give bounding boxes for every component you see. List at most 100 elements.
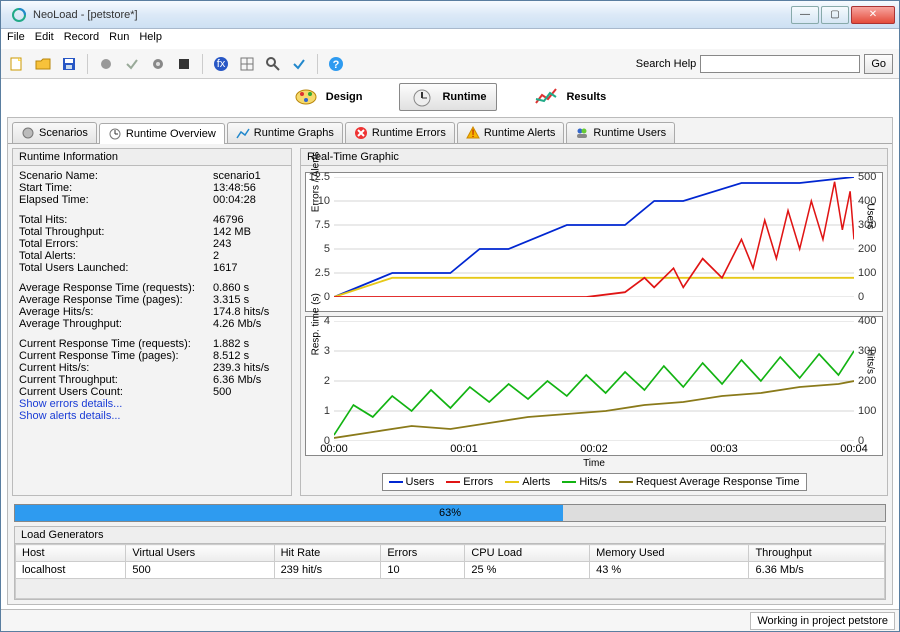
mode-design[interactable]: Design bbox=[283, 83, 374, 111]
menu-record[interactable]: Record bbox=[64, 31, 99, 47]
col-host[interactable]: Host bbox=[16, 545, 126, 562]
mode-bar: Design Runtime Results bbox=[1, 79, 899, 115]
search-label: Search Help bbox=[636, 58, 697, 70]
col-mem[interactable]: Memory Used bbox=[590, 545, 749, 562]
total-alerts-label: Total Alerts: bbox=[19, 250, 213, 262]
load-generators-title: Load Generators bbox=[15, 527, 885, 544]
tab-runtime-overview[interactable]: Runtime Overview bbox=[99, 123, 225, 144]
mode-runtime-label: Runtime bbox=[442, 91, 486, 103]
grid-icon[interactable] bbox=[237, 54, 257, 74]
total-errors-label: Total Errors: bbox=[19, 238, 213, 250]
status-project: Working in project petstore bbox=[750, 612, 895, 630]
cur-rt-page-label: Current Response Time (pages): bbox=[19, 350, 213, 362]
statusbar: Working in project petstore bbox=[1, 609, 899, 631]
avg-hits-label: Average Hits/s: bbox=[19, 306, 213, 318]
app-icon bbox=[11, 7, 27, 23]
scenario-name-value: scenario1 bbox=[213, 170, 285, 182]
cell-hitrate: 239 hit/s bbox=[274, 562, 381, 579]
legend-users: Users bbox=[406, 476, 435, 488]
menu-edit[interactable]: Edit bbox=[35, 31, 54, 47]
help-icon[interactable]: ? bbox=[326, 54, 346, 74]
avg-hits-value: 174.8 hits/s bbox=[213, 306, 285, 318]
cell-mem: 43 % bbox=[590, 562, 749, 579]
maximize-button[interactable]: ▢ bbox=[821, 6, 849, 24]
cell-cpu: 25 % bbox=[465, 562, 590, 579]
menu-help[interactable]: Help bbox=[139, 31, 162, 47]
chart-resp-hits: Resp. time (s) Hits/s 012340100200300400… bbox=[305, 316, 883, 456]
go-button[interactable]: Go bbox=[864, 54, 893, 74]
gear-icon[interactable] bbox=[148, 54, 168, 74]
col-vusers[interactable]: Virtual Users bbox=[126, 545, 274, 562]
total-errors-value: 243 bbox=[213, 238, 285, 250]
cur-throughput-label: Current Throughput: bbox=[19, 374, 213, 386]
avg-rt-req-value: 0.860 s bbox=[213, 282, 285, 294]
scenario-name-label: Scenario Name: bbox=[19, 170, 213, 182]
show-alerts-link[interactable]: Show alerts details... bbox=[19, 410, 285, 422]
cur-users-label: Current Users Count: bbox=[19, 386, 213, 398]
start-time-label: Start Time: bbox=[19, 182, 213, 194]
mode-runtime[interactable]: Runtime bbox=[399, 83, 497, 111]
close-button[interactable]: ✕ bbox=[851, 6, 895, 24]
cell-errors: 10 bbox=[381, 562, 465, 579]
mode-results[interactable]: Results bbox=[523, 83, 617, 111]
tab-runtime-alerts[interactable]: !Runtime Alerts bbox=[457, 122, 565, 143]
graphic-title: Real-Time Graphic bbox=[301, 149, 887, 166]
total-users-value: 1617 bbox=[213, 262, 285, 274]
minimize-button[interactable]: — bbox=[791, 6, 819, 24]
menubar: File Edit Record Run Help bbox=[1, 29, 899, 49]
mode-results-label: Results bbox=[566, 91, 606, 103]
avg-rt-req-label: Average Response Time (requests): bbox=[19, 282, 213, 294]
search-tool-icon[interactable] bbox=[263, 54, 283, 74]
cur-hits-label: Current Hits/s: bbox=[19, 362, 213, 374]
tab-scenarios[interactable]: Scenarios bbox=[12, 122, 97, 143]
search-input[interactable] bbox=[700, 55, 860, 73]
stop-icon[interactable] bbox=[174, 54, 194, 74]
menu-file[interactable]: File bbox=[7, 31, 25, 47]
progress-bar: 63% bbox=[14, 504, 886, 522]
cur-rt-page-value: 8.512 s bbox=[213, 350, 285, 362]
legend-rart: Request Average Response Time bbox=[636, 476, 800, 488]
menu-run[interactable]: Run bbox=[109, 31, 129, 47]
mode-design-label: Design bbox=[326, 91, 363, 103]
runtime-info-title: Runtime Information bbox=[13, 149, 291, 166]
x-axis-label: Time bbox=[305, 458, 883, 469]
svg-text:fx: fx bbox=[217, 58, 226, 70]
legend-hits: Hits/s bbox=[579, 476, 607, 488]
total-hits-value: 46796 bbox=[213, 214, 285, 226]
save-icon[interactable] bbox=[59, 54, 79, 74]
cur-users-value: 500 bbox=[213, 386, 285, 398]
open-icon[interactable] bbox=[33, 54, 53, 74]
window-title: NeoLoad - [petstore*] bbox=[33, 9, 791, 21]
avg-throughput-label: Average Throughput: bbox=[19, 318, 213, 330]
tab-runtime-graphs[interactable]: Runtime Graphs bbox=[227, 122, 343, 143]
cell-vusers: 500 bbox=[126, 562, 274, 579]
chart-errors-users: Errors / Alerts Users 02.557.51012.50100… bbox=[305, 172, 883, 312]
elapsed-time-label: Elapsed Time: bbox=[19, 194, 213, 206]
avg-throughput-value: 4.26 Mb/s bbox=[213, 318, 285, 330]
total-throughput-value: 142 MB bbox=[213, 226, 285, 238]
load-generators-table: Host Virtual Users Hit Rate Errors CPU L… bbox=[15, 544, 885, 579]
fx-icon[interactable]: fx bbox=[211, 54, 231, 74]
col-cpu[interactable]: CPU Load bbox=[465, 545, 590, 562]
tab-runtime-users[interactable]: Runtime Users bbox=[566, 122, 675, 143]
legend-alerts: Alerts bbox=[522, 476, 550, 488]
svg-text:!: ! bbox=[471, 128, 474, 140]
record-icon[interactable] bbox=[96, 54, 116, 74]
cell-tp: 6.36 Mb/s bbox=[749, 562, 885, 579]
titlebar[interactable]: NeoLoad - [petstore*] — ▢ ✕ bbox=[1, 1, 899, 29]
tab-runtime-errors[interactable]: Runtime Errors bbox=[345, 122, 455, 143]
validate-icon[interactable] bbox=[289, 54, 309, 74]
col-tp[interactable]: Throughput bbox=[749, 545, 885, 562]
chart-legend: Users Errors Alerts Hits/s Request Avera… bbox=[382, 473, 807, 491]
col-errors[interactable]: Errors bbox=[381, 545, 465, 562]
show-errors-link[interactable]: Show errors details... bbox=[19, 398, 285, 410]
col-hitrate[interactable]: Hit Rate bbox=[274, 545, 381, 562]
avg-rt-page-label: Average Response Time (pages): bbox=[19, 294, 213, 306]
new-icon[interactable] bbox=[7, 54, 27, 74]
check-icon[interactable] bbox=[122, 54, 142, 74]
total-users-label: Total Users Launched: bbox=[19, 262, 213, 274]
table-row[interactable]: localhost 500 239 hit/s 10 25 % 43 % 6.3… bbox=[16, 562, 885, 579]
content-area: Scenarios Runtime Overview Runtime Graph… bbox=[7, 117, 893, 605]
progress-text: 63% bbox=[439, 505, 461, 521]
start-time-value: 13:48:56 bbox=[213, 182, 285, 194]
